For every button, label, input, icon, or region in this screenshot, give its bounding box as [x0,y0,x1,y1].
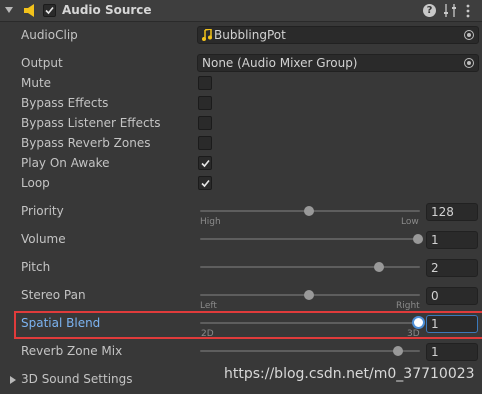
loop-checkbox[interactable] [198,176,212,190]
output-value: None (Audio Mixer Group) [202,56,358,70]
component-header[interactable]: Audio Source ? [0,0,482,22]
bypass-effects-checkbox[interactable] [198,96,212,110]
reverb-zone-mix-label: Reverb Zone Mix [21,344,123,358]
object-picker-icon[interactable] [464,58,474,68]
pitch-slider-thumb[interactable] [373,262,384,272]
checkmark-icon [201,179,210,188]
bypass-listener-effects-label: Bypass Listener Effects [21,116,161,130]
volume-slider-track[interactable] [200,238,420,240]
bypass-effects-label: Bypass Effects [21,96,109,110]
speaker-icon [24,4,34,17]
reverb-zone-mix-slider-thumb[interactable] [393,346,404,356]
checkmark-icon [45,6,54,15]
foldout-closed-arrow-icon[interactable] [10,376,16,384]
volume-slider-thumb[interactable] [413,234,423,244]
audio-clip-value: BubblingPot [214,28,286,42]
stereo-pan-slider-thumb[interactable] [304,290,314,300]
pitch-label: Pitch [21,260,51,274]
reverb-zone-mix-input[interactable]: 1 [426,343,478,361]
mute-label: Mute [21,76,52,90]
pitch-input[interactable]: 2 [426,259,478,277]
volume-input[interactable]: 1 [426,231,478,249]
stereo-pan-label: Stereo Pan [21,288,86,302]
reverb-zone-mix-slider-track[interactable] [200,350,420,352]
bypass-reverb-zones-checkbox[interactable] [198,136,212,150]
priority-max-label: Low [401,217,419,227]
output-field[interactable]: None (Audio Mixer Group) [197,54,479,72]
help-icon[interactable]: ? [423,4,436,17]
priority-min-label: High [200,217,221,227]
loop-label: Loop [21,176,50,190]
checkmark-icon [201,159,210,168]
stereo-pan-input[interactable]: 0 [426,287,478,305]
priority-label: Priority [21,204,64,218]
bypass-reverb-zones-label: Bypass Reverb Zones [21,136,151,150]
stereo-pan-min-label: Left [200,301,217,311]
mute-checkbox[interactable] [198,76,212,90]
stereo-pan-max-label: Right [396,301,420,311]
audio-clip-field[interactable]: BubblingPot [197,26,479,44]
priority-slider-thumb[interactable] [304,206,314,216]
play-on-awake-checkbox[interactable] [198,156,212,170]
priority-input[interactable]: 128 [426,203,478,221]
component-enabled-checkbox[interactable] [43,4,56,17]
bypass-listener-effects-checkbox[interactable] [198,116,212,130]
highlight-box [14,311,482,339]
presets-icon[interactable] [443,3,457,18]
output-label: Output [21,56,63,70]
audio-clip-label: AudioClip [21,28,78,42]
3d-sound-settings-foldout[interactable]: 3D Sound Settings [21,372,133,386]
component-title: Audio Source [62,3,152,17]
music-note-icon [202,29,212,41]
pitch-slider-track[interactable] [200,266,420,268]
play-on-awake-label: Play On Awake [21,156,110,170]
watermark: https://blog.csdn.net/m0_37710023 [224,366,475,382]
volume-label: Volume [21,232,66,246]
kebab-menu-icon[interactable] [465,3,471,19]
object-picker-icon[interactable] [464,30,474,40]
foldout-arrow-icon[interactable] [5,7,13,13]
